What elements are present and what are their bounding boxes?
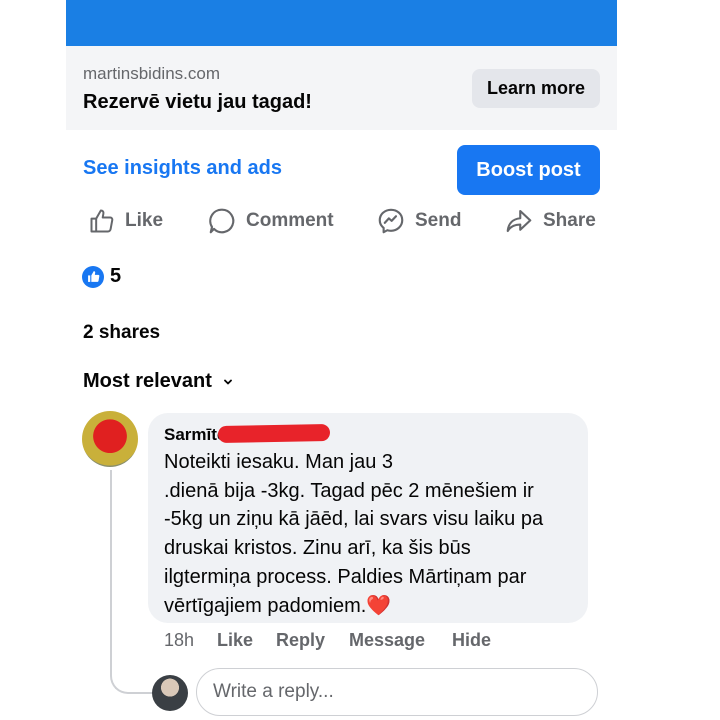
post-action-bar: Like Comment Send Share: [0, 203, 720, 239]
link-preview-image[interactable]: [66, 0, 617, 46]
chevron-down-icon: [224, 379, 232, 384]
like-badge-icon: [82, 265, 104, 288]
comment-message-link[interactable]: Message: [349, 630, 425, 651]
share-label: Share: [543, 210, 596, 231]
messenger-icon: [378, 208, 404, 234]
sort-label: Most relevant: [83, 370, 212, 392]
reply-input[interactable]: Write a reply...: [196, 668, 598, 716]
comment-like-link[interactable]: Like: [217, 630, 253, 651]
reply-thread-line: [110, 470, 152, 694]
comment-author[interactable]: Sarmīte: [164, 425, 226, 445]
share-arrow-icon: [506, 209, 532, 233]
shares-count[interactable]: 2 shares: [83, 322, 160, 344]
comment-sort-dropdown[interactable]: Most relevant: [83, 370, 234, 393]
share-button[interactable]: Share: [504, 203, 596, 239]
comment-button[interactable]: Comment: [207, 203, 334, 239]
link-preview-card[interactable]: martinsbidins.com Rezervē vietu jau taga…: [66, 46, 617, 130]
reaction-count: 5: [110, 265, 122, 287]
see-insights-link[interactable]: See insights and ads: [83, 157, 282, 180]
send-label: Send: [415, 210, 462, 231]
commenter-avatar[interactable]: [82, 411, 138, 467]
comment-time: 18h: [164, 630, 195, 650]
like-button[interactable]: Like: [88, 203, 163, 239]
redaction-mark: [217, 424, 331, 443]
reaction-summary[interactable]: 5: [82, 265, 121, 288]
link-domain: martinsbidins.com: [83, 64, 220, 83]
boost-post-button[interactable]: Boost post: [457, 145, 600, 195]
comment-reply-link[interactable]: Reply: [276, 630, 325, 651]
comment-text: Noteikti iesaku. Man jau 3 .dienā bija -…: [164, 448, 574, 620]
comment-bubble: Sarmīte Noteikti iesaku. Man jau 3 .dien…: [148, 413, 588, 623]
reply-placeholder: Write a reply...: [213, 681, 334, 702]
thumbs-up-icon: [90, 209, 114, 233]
learn-more-button[interactable]: Learn more: [472, 69, 600, 108]
link-headline: Rezervē vietu jau tagad!: [83, 91, 312, 113]
send-button[interactable]: Send: [376, 203, 461, 239]
comment-bubble-icon: [209, 208, 235, 234]
comment-label: Comment: [246, 210, 334, 231]
heart-emoji: ❤️: [366, 594, 392, 617]
comment-hide-link[interactable]: Hide: [452, 630, 491, 651]
like-label: Like: [125, 210, 164, 231]
current-user-avatar: [152, 675, 188, 711]
comment-body: Noteikti iesaku. Man jau 3 .dienā bija -…: [164, 451, 544, 617]
